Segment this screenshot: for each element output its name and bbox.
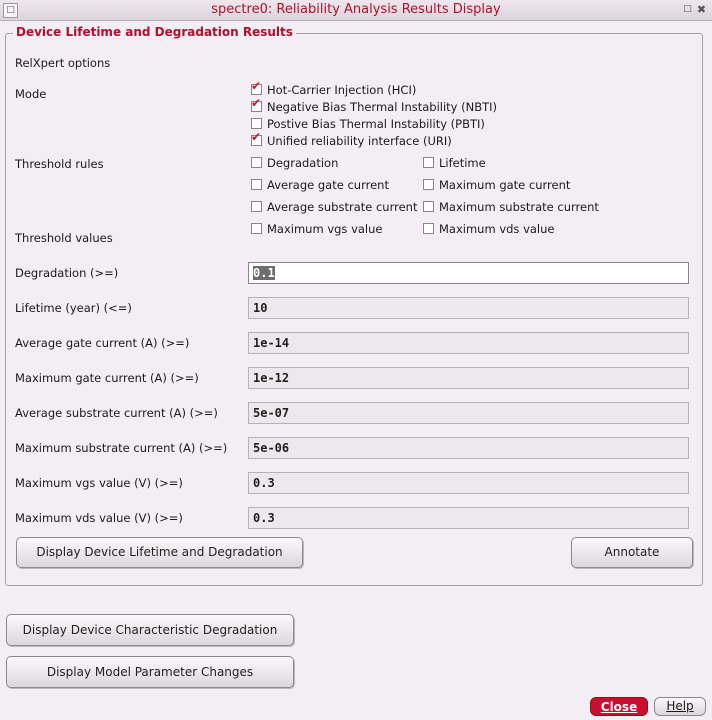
max-substrate-current-field-label: Maximum substrate current (A) (>=) bbox=[15, 441, 228, 455]
rule-checkbox-degradation[interactable]: Degradation bbox=[251, 156, 338, 170]
max-gate-current-input[interactable]: 1e-12 bbox=[248, 367, 689, 389]
avg-substrate-current-field-label: Average substrate current (A) (>=) bbox=[15, 406, 218, 420]
relxpert-options-label: RelXpert options bbox=[15, 56, 111, 70]
checkbox-checked-icon bbox=[251, 79, 262, 95]
degradation-field-label: Degradation (>=) bbox=[15, 266, 119, 280]
avg-gate-current-field-label: Average gate current (A) (>=) bbox=[15, 336, 190, 350]
window-title: spectre0: Reliability Analysis Results D… bbox=[211, 2, 501, 17]
max-gate-current-field-label: Maximum gate current (A) (>=) bbox=[15, 371, 199, 385]
rule-checkbox-lifetime[interactable]: Lifetime bbox=[423, 156, 486, 170]
degradation-input[interactable]: 0.1 bbox=[248, 262, 689, 284]
avg-gate-current-input[interactable]: 1e-14 bbox=[248, 332, 689, 354]
display-model-parameter-changes-button[interactable]: Display Model Parameter Changes bbox=[6, 656, 294, 688]
avg-substrate-current-input[interactable]: 5e-07 bbox=[248, 402, 689, 424]
mode-checkbox-pbti[interactable]: Postive Bias Thermal Instability (PBTI) bbox=[251, 117, 485, 131]
window-close-icon[interactable]: ✖ bbox=[695, 3, 708, 16]
checkbox-unchecked-icon bbox=[423, 201, 434, 212]
rule-checkbox-max-substrate-current[interactable]: Maximum substrate current bbox=[423, 200, 599, 214]
checkbox-unchecked-icon bbox=[251, 223, 262, 234]
close-button[interactable]: Close bbox=[590, 697, 648, 716]
threshold-values-label: Threshold values bbox=[15, 231, 113, 245]
display-lifetime-degradation-button[interactable]: Display Device Lifetime and Degradation bbox=[16, 537, 303, 568]
mode-checkbox-hci[interactable]: Hot-Carrier Injection (HCI) bbox=[251, 79, 416, 97]
max-vds-field-label: Maximum vds value (V) (>=) bbox=[15, 511, 183, 525]
checkbox-checked-icon bbox=[251, 96, 262, 112]
window-title-bar: □ spectre0: Reliability Analysis Results… bbox=[0, 0, 712, 21]
window-resize-icon[interactable]: □ bbox=[681, 3, 694, 16]
rule-checkbox-avg-substrate-current[interactable]: Average substrate current bbox=[251, 200, 417, 214]
checkbox-unchecked-icon bbox=[251, 157, 262, 168]
mode-checkbox-uri[interactable]: Unified reliability interface (URI) bbox=[251, 130, 452, 148]
checkbox-unchecked-icon bbox=[251, 118, 262, 129]
annotate-button[interactable]: Annotate bbox=[571, 537, 693, 568]
checkbox-unchecked-icon bbox=[251, 201, 262, 212]
threshold-rules-label: Threshold rules bbox=[15, 157, 104, 171]
checkbox-unchecked-icon bbox=[423, 223, 434, 234]
max-vds-input[interactable]: 0.3 bbox=[248, 507, 689, 529]
checkbox-unchecked-icon bbox=[423, 179, 434, 190]
max-substrate-current-input[interactable]: 5e-06 bbox=[248, 437, 689, 459]
rule-checkbox-max-vds[interactable]: Maximum vds value bbox=[423, 222, 554, 236]
lifetime-field-label: Lifetime (year) (<=) bbox=[15, 301, 132, 315]
checkbox-unchecked-icon bbox=[251, 179, 262, 190]
lifetime-input[interactable]: 10 bbox=[248, 297, 689, 319]
rule-checkbox-max-vgs[interactable]: Maximum vgs value bbox=[251, 222, 382, 236]
display-characteristic-degradation-button[interactable]: Display Device Characteristic Degradatio… bbox=[6, 614, 294, 646]
checkbox-unchecked-icon bbox=[423, 157, 434, 168]
rule-checkbox-max-gate-current[interactable]: Maximum gate current bbox=[423, 178, 570, 192]
group-title: Device Lifetime and Degradation Results bbox=[13, 25, 296, 39]
help-button[interactable]: Help bbox=[654, 697, 706, 716]
checkbox-checked-icon bbox=[251, 130, 262, 146]
max-vgs-field-label: Maximum vgs value (V) (>=) bbox=[15, 476, 183, 490]
mode-label: Mode bbox=[15, 87, 47, 101]
mode-checkbox-nbti[interactable]: Negative Bias Thermal Instability (NBTI) bbox=[251, 96, 497, 114]
max-vgs-input[interactable]: 0.3 bbox=[248, 472, 689, 494]
rule-checkbox-avg-gate-current[interactable]: Average gate current bbox=[251, 178, 389, 192]
